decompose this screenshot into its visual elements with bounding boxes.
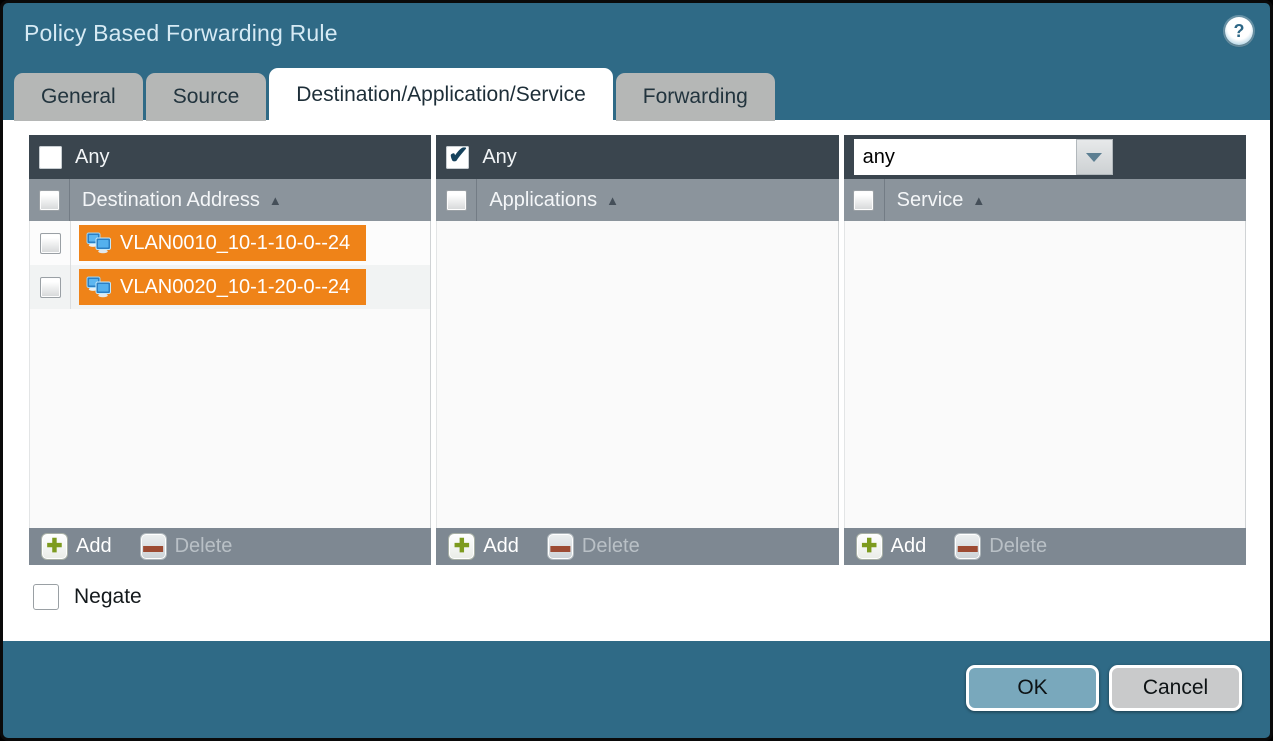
applications-header-label[interactable]: Applications — [489, 189, 597, 212]
tab-forwarding[interactable]: Forwarding — [616, 73, 775, 121]
applications-column-header: Applications ▲ — [436, 179, 838, 221]
chevron-down-icon — [1086, 153, 1102, 162]
add-plus-icon: ✚ — [41, 533, 68, 560]
applications-any-label: Any — [482, 146, 516, 169]
help-icon[interactable]: ? — [1225, 17, 1253, 45]
tab-content: Any Destination Address ▲ — [3, 120, 1270, 641]
policy-based-forwarding-dialog: Policy Based Forwarding Rule ? General S… — [0, 0, 1273, 741]
cancel-button[interactable]: Cancel — [1109, 665, 1242, 711]
service-type-dropdown[interactable]: any — [854, 139, 1113, 175]
destination-row1-checkbox[interactable] — [40, 233, 61, 254]
destination-item-label: VLAN0020_10-1-20-0--24 — [120, 276, 350, 299]
applications-any-bar: Any — [436, 135, 838, 179]
destination-column-header: Destination Address ▲ — [29, 179, 431, 221]
dialog-titlebar: Policy Based Forwarding Rule ? — [3, 3, 1270, 65]
applications-select-all-checkbox[interactable] — [446, 190, 467, 211]
applications-actions-bar: ✚ Add ▬ Delete — [436, 528, 838, 565]
delete-minus-icon: ▬ — [954, 533, 981, 560]
service-dropdown-bar: any — [844, 135, 1246, 179]
destination-list: VLAN0010_10-1-10-0--24 — [29, 221, 431, 528]
add-plus-icon: ✚ — [448, 533, 475, 560]
applications-any-checkbox[interactable] — [446, 146, 469, 169]
destination-any-bar: Any — [29, 135, 431, 179]
applications-panel: Any Applications ▲ ✚ Add ▬ Delete — [436, 135, 838, 565]
tab-destination-application-service[interactable]: Destination/Application/Service — [269, 68, 613, 121]
destination-any-label: Any — [75, 146, 109, 169]
destination-header-label[interactable]: Destination Address — [82, 189, 260, 212]
panel-columns: Any Destination Address ▲ — [3, 120, 1270, 565]
service-panel: any Service ▲ ✚ Add ▬ — [844, 135, 1246, 565]
destination-delete-button[interactable]: ▬ Delete — [140, 533, 233, 560]
sort-ascending-icon[interactable]: ▲ — [269, 193, 282, 208]
destination-select-all-checkbox[interactable] — [39, 190, 60, 211]
destination-address-panel: Any Destination Address ▲ — [29, 135, 431, 565]
sort-ascending-icon[interactable]: ▲ — [972, 193, 985, 208]
address-object-icon — [86, 275, 112, 299]
delete-minus-icon: ▬ — [140, 533, 167, 560]
dialog-title: Policy Based Forwarding Rule — [24, 20, 338, 47]
negate-checkbox[interactable] — [33, 584, 59, 610]
applications-list — [436, 221, 838, 528]
ok-button[interactable]: OK — [966, 665, 1099, 711]
destination-row2-checkbox[interactable] — [40, 277, 61, 298]
negate-label: Negate — [74, 585, 142, 609]
delete-minus-icon: ▬ — [547, 533, 574, 560]
dropdown-arrow-button[interactable] — [1076, 139, 1113, 175]
sort-ascending-icon[interactable]: ▲ — [606, 193, 619, 208]
service-list — [844, 221, 1246, 528]
table-row: VLAN0010_10-1-10-0--24 — [30, 221, 430, 265]
applications-add-button[interactable]: ✚ Add — [448, 533, 519, 560]
negate-row: Negate — [33, 584, 1270, 610]
service-delete-button[interactable]: ▬ Delete — [954, 533, 1047, 560]
destination-item-vlan0010[interactable]: VLAN0010_10-1-10-0--24 — [79, 225, 366, 261]
service-header-label[interactable]: Service — [897, 189, 964, 212]
applications-delete-button[interactable]: ▬ Delete — [547, 533, 640, 560]
destination-add-button[interactable]: ✚ Add — [41, 533, 112, 560]
destination-actions-bar: ✚ Add ▬ Delete — [29, 528, 431, 565]
address-object-icon — [86, 231, 112, 255]
destination-item-label: VLAN0010_10-1-10-0--24 — [120, 232, 350, 255]
table-row: VLAN0020_10-1-20-0--24 — [30, 265, 430, 309]
tab-bar: General Source Destination/Application/S… — [14, 68, 775, 121]
service-add-button[interactable]: ✚ Add — [856, 533, 927, 560]
service-column-header: Service ▲ — [844, 179, 1246, 221]
destination-any-checkbox[interactable] — [39, 146, 62, 169]
tab-source[interactable]: Source — [146, 73, 267, 121]
add-plus-icon: ✚ — [856, 533, 883, 560]
tab-general[interactable]: General — [14, 73, 143, 121]
service-actions-bar: ✚ Add ▬ Delete — [844, 528, 1246, 565]
destination-item-vlan0020[interactable]: VLAN0020_10-1-20-0--24 — [79, 269, 366, 305]
service-dropdown-value[interactable]: any — [854, 139, 1076, 175]
service-select-all-checkbox[interactable] — [853, 190, 874, 211]
